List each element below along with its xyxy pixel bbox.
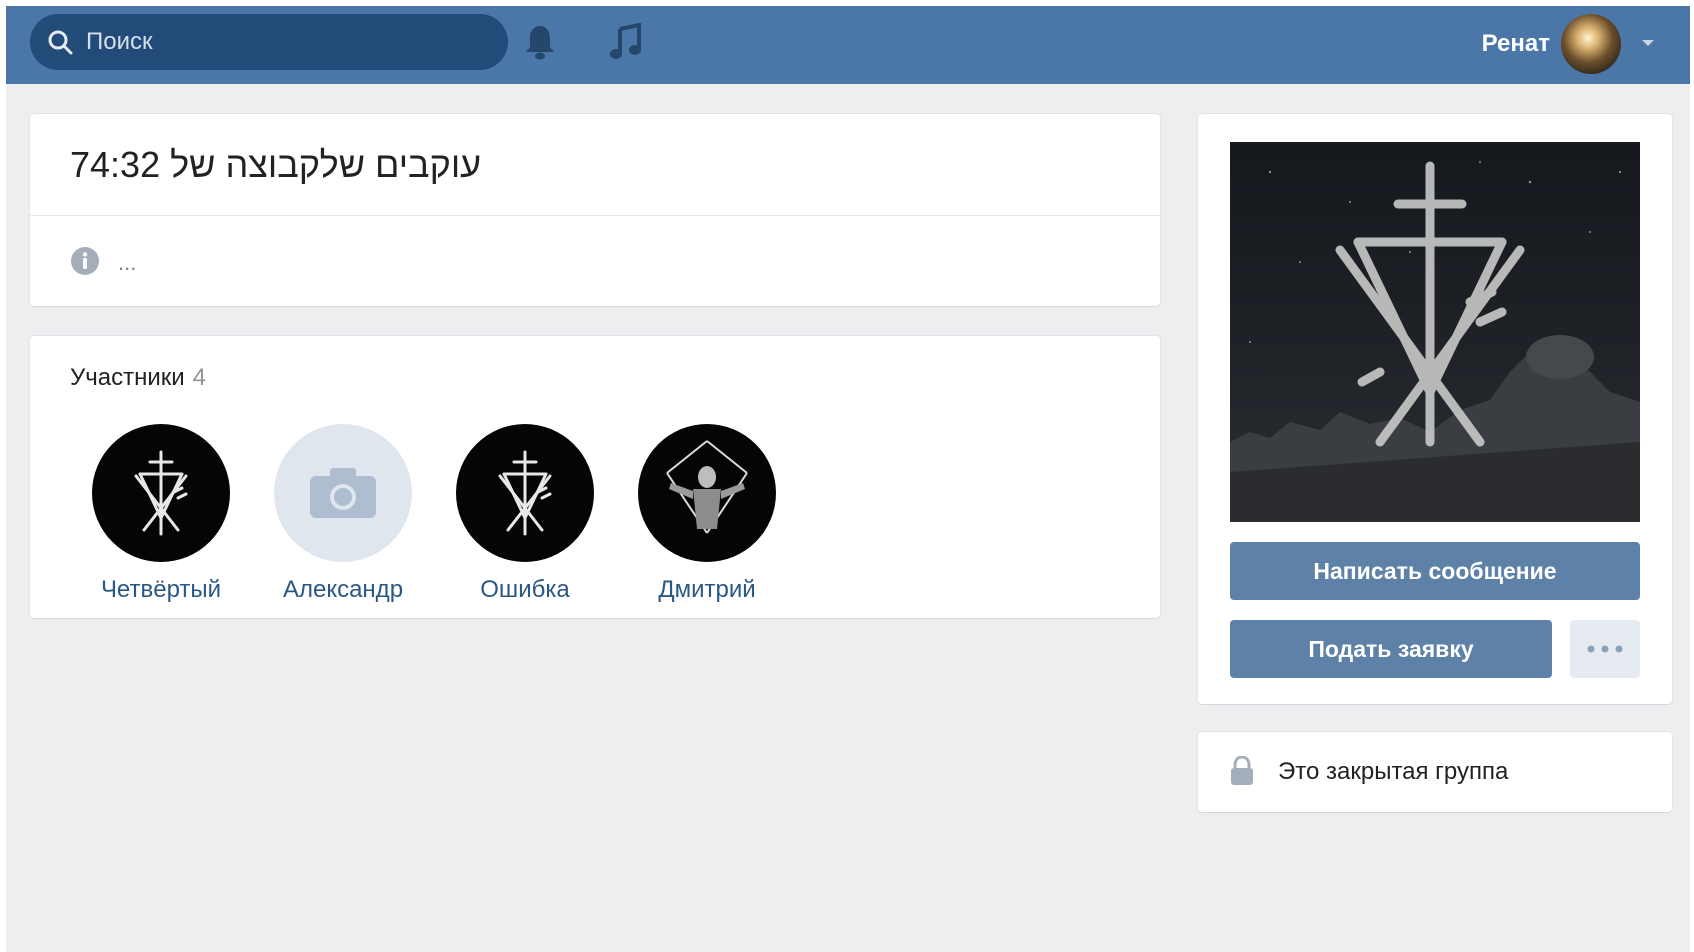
group-status: ... — [118, 250, 137, 275]
write-message-button[interactable]: Написать сообщение — [1230, 542, 1640, 600]
group-title-card: עוקבים שלקבוצה של 74:32 ... — [30, 114, 1160, 306]
info-icon — [70, 246, 100, 281]
search-icon — [46, 26, 78, 58]
title-row: עוקבים שלקבוצה של 74:32 — [30, 114, 1160, 216]
closed-group-notice: Это закрытая группа — [1198, 732, 1672, 812]
member-item[interactable]: Ошибка — [434, 424, 616, 604]
status-row: ... — [30, 216, 1160, 306]
more-dots-icon — [1587, 645, 1623, 653]
sigil-icon — [498, 450, 552, 536]
member-name[interactable]: Четвёртый — [101, 576, 221, 604]
sigil-icon — [134, 450, 188, 536]
member-item[interactable]: Александр — [252, 424, 434, 604]
join-request-button[interactable]: Подать заявку — [1230, 620, 1552, 678]
member-name[interactable]: Ошибка — [480, 576, 569, 604]
member-name[interactable]: Александр — [283, 576, 403, 604]
bell-icon[interactable] — [518, 20, 562, 64]
page-title: עוקבים שלקבוצה של 74:32 — [70, 144, 482, 185]
member-item[interactable]: Четвёртый — [70, 424, 252, 604]
member-avatar[interactable] — [638, 424, 776, 562]
search-box[interactable] — [30, 14, 508, 70]
chevron-down-icon[interactable] — [1640, 36, 1656, 54]
members-card: Участники 4 Четвёртый Александр Ошибка Д… — [30, 336, 1160, 618]
members-label: Участники — [70, 364, 185, 391]
group-cover-image[interactable] — [1230, 142, 1640, 522]
top-header: Ренат — [6, 6, 1690, 84]
member-item[interactable]: Дмитрий — [616, 424, 798, 604]
user-avatar[interactable] — [1561, 14, 1621, 74]
members-list: Четвёртый Александр Ошибка Дмитрий — [70, 424, 798, 604]
music-icon[interactable] — [604, 20, 648, 64]
member-avatar[interactable] — [92, 424, 230, 562]
members-count: 4 — [192, 364, 207, 391]
lock-icon — [1230, 755, 1254, 791]
figure-icon — [666, 440, 748, 534]
closed-group-text: Это закрытая группа — [1278, 758, 1509, 785]
search-input[interactable] — [78, 27, 508, 57]
camera-icon — [310, 468, 376, 518]
member-avatar[interactable] — [456, 424, 594, 562]
group-cover-card: Написать сообщение Подать заявку — [1198, 114, 1672, 704]
more-actions-button[interactable] — [1570, 620, 1640, 678]
page-frame: Ренат עוקבים שלקבוצה של 74:32 ... Участн… — [6, 6, 1690, 952]
member-name[interactable]: Дмитрий — [658, 576, 755, 604]
member-avatar[interactable] — [274, 424, 412, 562]
members-header[interactable]: Участники 4 — [70, 364, 206, 392]
user-name[interactable]: Ренат — [1482, 30, 1550, 58]
